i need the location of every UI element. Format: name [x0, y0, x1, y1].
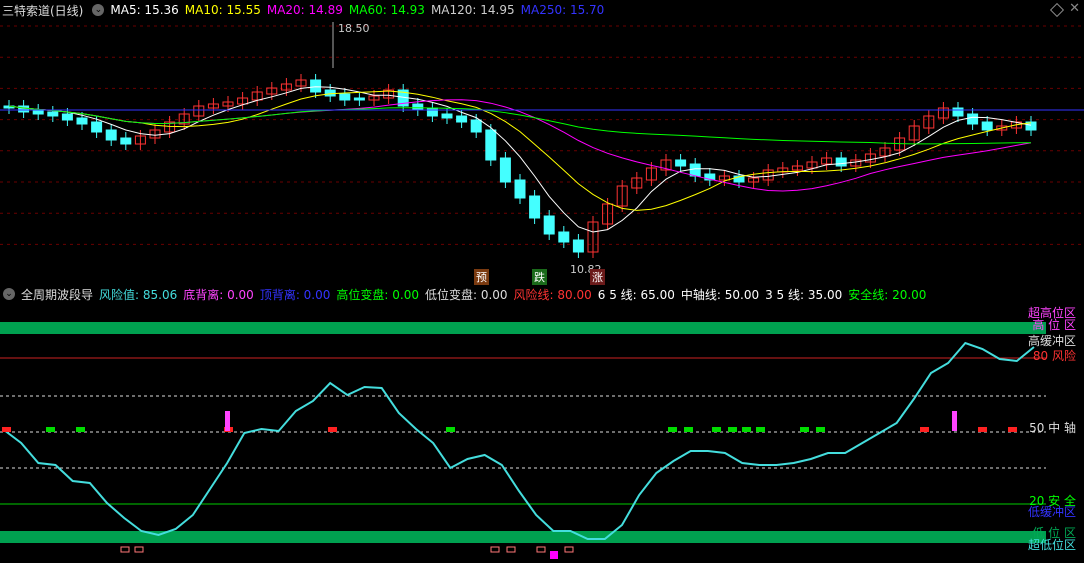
signal-marker: [978, 427, 987, 432]
low-signal-marker: [506, 546, 516, 553]
signal-marker: [46, 427, 55, 432]
low-zone-band: [0, 531, 1046, 543]
candle: [675, 159, 687, 167]
high-turn: 高位变盘: 0.00: [336, 287, 419, 302]
chevron-down-icon[interactable]: ⌄: [92, 4, 105, 16]
signal-badge-zhang: 涨: [590, 269, 605, 285]
signal-marker: [712, 427, 721, 432]
low-signal-marker: [536, 546, 546, 553]
ma60-value: MA60: 14.93: [348, 3, 425, 17]
candle: [514, 179, 526, 199]
candle: [981, 121, 993, 131]
candle: [324, 89, 336, 97]
candle: [572, 239, 584, 253]
candle: [353, 97, 365, 101]
mid-line: 中轴线: 50.00: [680, 287, 760, 302]
risk-value: 风险值: 85.06: [99, 287, 178, 302]
top-divergence: 顶背离: 0.00: [259, 287, 331, 302]
candle: [558, 231, 570, 243]
low-signal-marker: [490, 546, 500, 553]
divergence-marker: [952, 411, 957, 431]
signal-badge-pre: 预: [474, 269, 489, 285]
candle: [47, 111, 59, 117]
line-65: 6 5 线: 65.00: [597, 287, 675, 302]
indicator-title: 全周期波段导: [21, 287, 94, 302]
ma20-value: MA20: 14.89: [266, 3, 343, 17]
stock-title: 三特索道(日线): [2, 3, 84, 18]
high-zone-band: [0, 322, 1046, 334]
candlestick-chart[interactable]: 18.5010.82: [0, 18, 1084, 283]
candle: [952, 107, 964, 117]
signal-marker: [920, 427, 929, 432]
candle: [61, 113, 73, 121]
ma120-value: MA120: 14.95: [430, 3, 515, 17]
signal-badge-die: 跌: [532, 269, 547, 285]
candle: [426, 107, 438, 117]
candle: [18, 105, 30, 113]
candle: [412, 103, 424, 111]
candle: [485, 129, 497, 161]
risk-value-line: [3, 341, 1035, 540]
candle: [470, 119, 482, 133]
candle: [91, 121, 103, 133]
signal-marker: [2, 427, 11, 432]
candle: [32, 109, 44, 115]
candle: [529, 195, 541, 219]
indicator-header: ⌄ 全周期波段导 风险值: 85.06 底背离: 0.00 顶背离: 0.00 …: [0, 284, 932, 304]
signal-marker: [816, 427, 825, 432]
signal-marker: [800, 427, 809, 432]
close-icon[interactable]: ✕: [1069, 1, 1080, 16]
safe-line: 安全线: 20.00: [848, 287, 927, 302]
signal-marker: [328, 427, 337, 432]
signal-marker: [756, 427, 765, 432]
divergence-marker: [225, 411, 230, 431]
candle: [689, 163, 701, 177]
low-signal-marker: [564, 546, 574, 553]
oscillator-chart[interactable]: [0, 303, 1084, 563]
candle: [105, 129, 117, 141]
candle: [441, 113, 453, 119]
candle: [967, 113, 979, 125]
label-risk: 80 风险: [1032, 349, 1076, 363]
signal-marker: [742, 427, 751, 432]
candle: [310, 79, 322, 93]
low-signal-marker: [120, 546, 130, 553]
ma250-value: MA250: 15.70: [520, 3, 605, 17]
signal-marker: [446, 427, 455, 432]
risk-line: 风险线: 80.00: [513, 287, 592, 302]
label-super-low: 超低位区: [1027, 538, 1076, 552]
label-high: 高 位 区: [1032, 318, 1076, 332]
low-signal-marker: [134, 546, 144, 553]
candle: [456, 115, 468, 123]
ma5-value: MA5: 15.36: [110, 3, 179, 17]
line-35: 3 5 线: 35.00: [765, 287, 843, 302]
candle: [120, 137, 132, 145]
candle: [835, 157, 847, 167]
signal-marker: [1008, 427, 1017, 432]
candle: [499, 157, 511, 183]
diamond-icon[interactable]: [1049, 2, 1065, 18]
candle: [543, 215, 555, 235]
label-mid: 50 中 轴: [1029, 421, 1076, 435]
low-turn: 低位变盘: 0.00: [424, 287, 508, 302]
low-divergence-marker: [550, 551, 558, 559]
high-price-label: 18.50: [338, 22, 370, 35]
moving-average-line: [8, 86, 1032, 233]
candle: [76, 117, 88, 125]
signal-marker: [668, 427, 677, 432]
signal-marker: [728, 427, 737, 432]
chevron-down-icon[interactable]: ⌄: [3, 288, 15, 300]
signal-marker: [684, 427, 693, 432]
label-low-buffer: 低缓冲区: [1027, 505, 1076, 519]
ma10-value: MA10: 15.55: [184, 3, 261, 17]
main-chart-header: 三特索道(日线) ⌄ MA5: 15.36 MA10: 15.55 MA20: …: [0, 0, 610, 20]
candle: [339, 93, 351, 101]
bottom-divergence: 底背离: 0.00: [183, 287, 254, 302]
signal-marker: [76, 427, 85, 432]
